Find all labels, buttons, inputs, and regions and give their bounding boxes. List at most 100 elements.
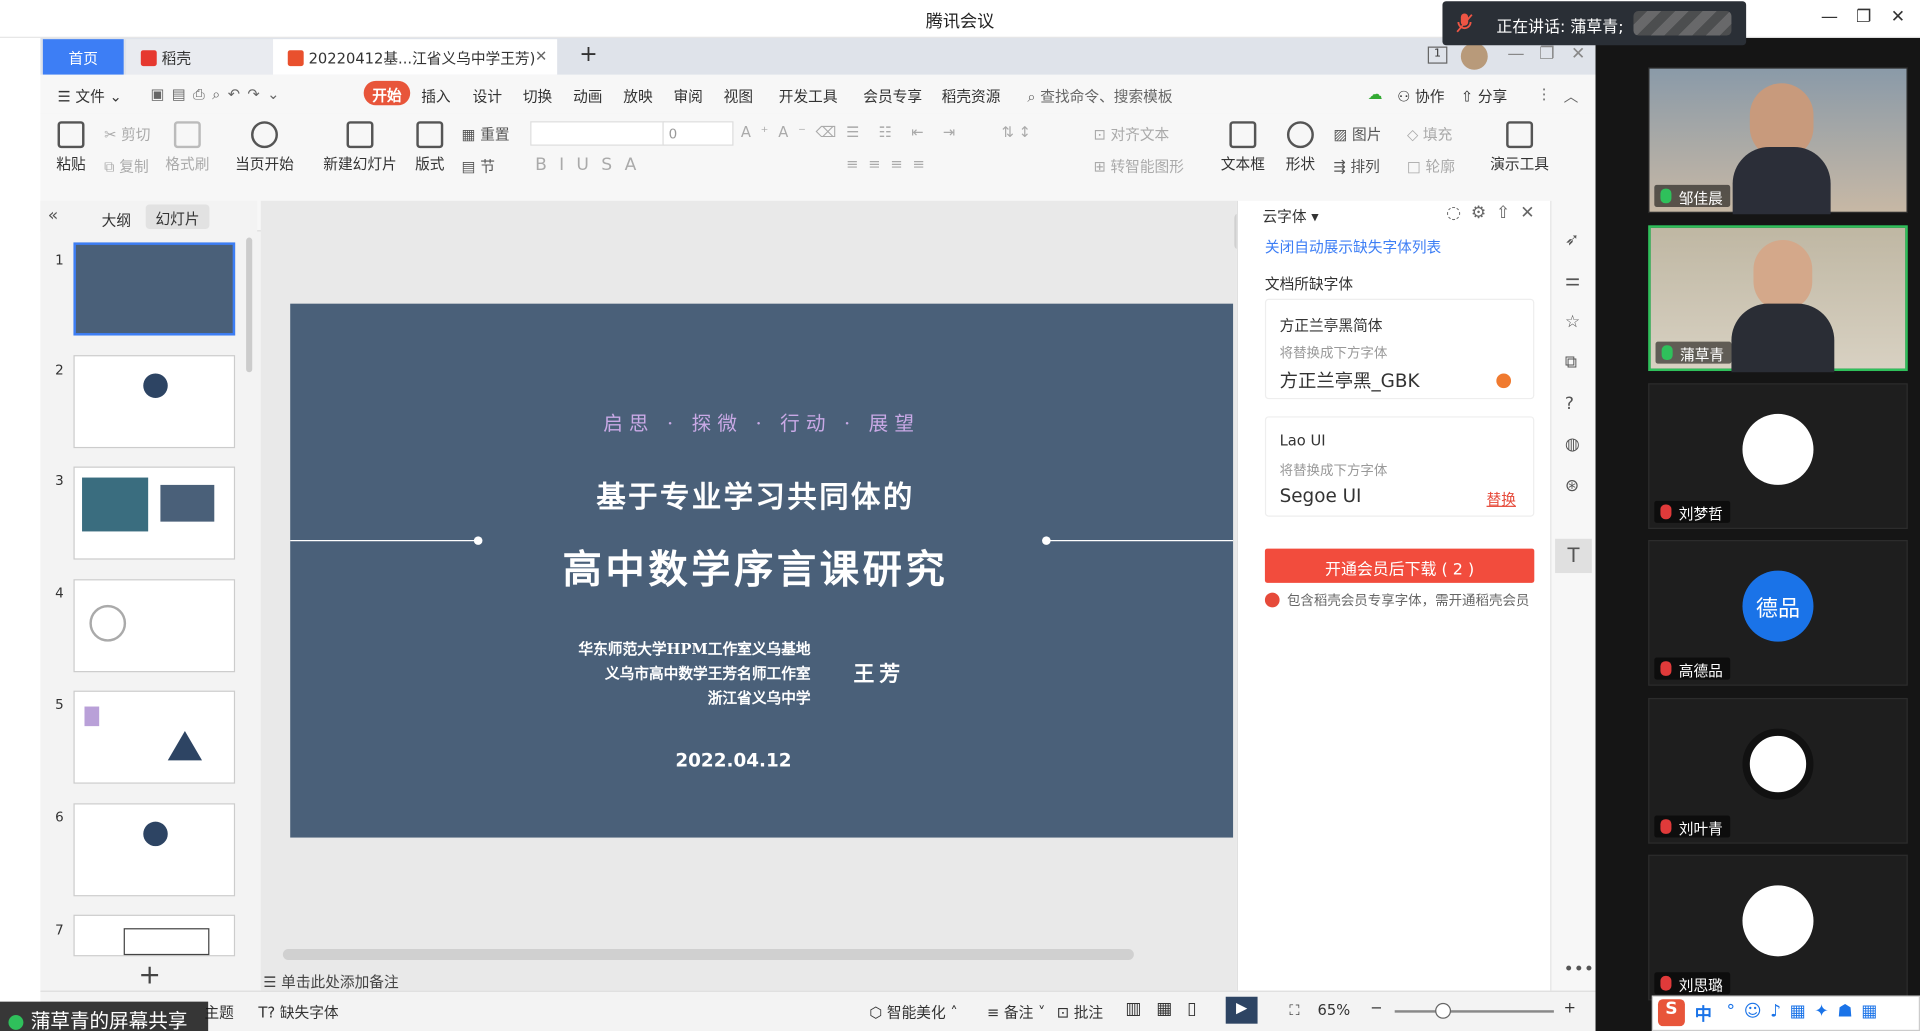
wps-restore-icon[interactable]: ❐ [1539, 44, 1554, 64]
pane-tool-icons[interactable]: ◌⚙⇧✕ [1446, 203, 1544, 223]
slide-thumb-2[interactable] [73, 355, 236, 449]
slide-thumb-6[interactable] [73, 803, 236, 897]
rocket-icon[interactable]: ➶ [1565, 230, 1579, 250]
tab-slides[interactable]: 幻灯片 [145, 204, 210, 229]
cut-button[interactable]: ✂ 剪切 [104, 124, 150, 145]
menu-slideshow[interactable]: 放映 [623, 86, 652, 107]
font-style-icons[interactable]: BIUSA [535, 156, 649, 176]
command-search[interactable]: ⌕ 查找命令、搜索模板 [1027, 86, 1172, 107]
compass-icon[interactable]: ⊛ [1565, 476, 1579, 496]
tab-outline[interactable]: 大纲 [102, 209, 131, 230]
notes-button[interactable]: ≡ 备注 ˅ [987, 1002, 1045, 1023]
list-icons[interactable]: ☰ ☷ ⇤ ⇥ [846, 124, 962, 141]
slide-thumb-4[interactable] [73, 579, 236, 673]
magic-star-icon[interactable]: ☆ [1565, 312, 1580, 332]
present-tools-button[interactable]: 演示工具 [1485, 121, 1554, 174]
zoom-out-icon[interactable]: − [1370, 999, 1382, 1016]
arrange-button[interactable]: ⇶ 排列 [1333, 156, 1379, 177]
zoom-level[interactable]: 65% [1318, 1002, 1351, 1019]
menu-daoke-resources[interactable]: 稻壳资源 [942, 86, 1001, 107]
participant-tile[interactable]: 刘梦哲 [1648, 383, 1908, 529]
slide-thumb-1[interactable] [73, 242, 236, 336]
play-current-button[interactable]: 当页开始 [231, 121, 297, 174]
text-direction-icon[interactable]: ⇅ ↕ [1002, 124, 1031, 141]
download-fonts-button[interactable]: 开通会员后下载 ( 2 ) [1264, 548, 1535, 583]
close-icon[interactable]: ✕ [1886, 7, 1910, 27]
view-mode-icons[interactable]: ▥▦▯ [1125, 999, 1211, 1019]
missing-font-button[interactable]: T? 缺失字体 [258, 1002, 338, 1023]
slides-icon[interactable]: ⧉ [1565, 353, 1577, 373]
ime-toolbar[interactable]: S 中 °☺♪▦✦☗▦ [1651, 995, 1920, 1031]
outline-button[interactable]: □ 轮廓 [1407, 156, 1455, 177]
minimize-icon[interactable]: — [1817, 7, 1841, 27]
reset-button[interactable]: ▦ 重置 [462, 124, 510, 145]
slide-thumb-5[interactable] [73, 690, 236, 784]
more-icon[interactable]: ⋮ [1537, 86, 1552, 103]
theme-button[interactable]: 主题 [204, 1002, 233, 1023]
collab-button[interactable]: ⚇ 协作 [1397, 86, 1444, 107]
paste-button[interactable]: 粘贴 [53, 121, 90, 174]
slide-thumb-7[interactable] [73, 914, 236, 957]
ime-tool-icons[interactable]: °☺♪▦✦☗▦ [1727, 1002, 1887, 1022]
add-slide-icon[interactable]: + [138, 960, 161, 991]
textbox-button[interactable]: 文本框 [1218, 121, 1267, 174]
menu-design[interactable]: 设计 [473, 86, 502, 107]
font-tool-icon[interactable]: T [1555, 538, 1592, 574]
menu-file[interactable]: ☰ 文件 ⌄ [58, 86, 122, 107]
participant-tile[interactable]: 刘叶青 [1648, 697, 1908, 844]
wps-minimize-icon[interactable]: — [1507, 44, 1524, 64]
fill-button[interactable]: ◇ 填充 [1407, 124, 1452, 145]
shape-button[interactable]: 形状 [1280, 121, 1322, 174]
toggle-missing-font-link[interactable]: 关闭自动展示缺失字体列表 [1265, 236, 1441, 257]
menu-member[interactable]: 会员专享 [863, 86, 922, 107]
menu-insert[interactable]: 插入 [421, 86, 450, 107]
user-avatar[interactable] [1460, 42, 1488, 70]
wps-close-icon[interactable]: ✕ [1571, 44, 1585, 64]
menu-view[interactable]: 视图 [724, 86, 753, 107]
format-painter-button[interactable]: 格式刷 [165, 121, 209, 174]
collapse-panel-icon[interactable]: « [48, 206, 59, 226]
fit-window-icon[interactable]: ⛶ [1289, 1002, 1299, 1020]
window-count-icon[interactable]: 1 [1427, 46, 1448, 64]
tab-document[interactable]: 20220412基...江省义乌中学王芳) ✕ [273, 39, 558, 75]
ime-language[interactable]: 中 [1695, 1002, 1712, 1026]
participant-tile[interactable]: 邹佳晨 [1648, 67, 1908, 215]
zoom-in-icon[interactable]: + [1564, 999, 1576, 1016]
palette-icon[interactable]: ◍ [1565, 435, 1580, 455]
smart-beautify-button[interactable]: ⬡ 智能美化 ˄ [869, 1002, 957, 1023]
replace-font-link[interactable]: 替换 [1487, 489, 1516, 510]
tab-home[interactable]: 首页 [42, 39, 124, 75]
sliders-icon[interactable]: ⚌ [1565, 271, 1580, 291]
font-name-select[interactable] [530, 121, 665, 146]
align-icons[interactable]: ≡≡≡≡ [846, 156, 934, 173]
menu-review[interactable]: 审阅 [673, 86, 702, 107]
play-slideshow-icon[interactable]: ▶ [1225, 996, 1258, 1024]
horizontal-scrollbar[interactable] [282, 948, 1134, 961]
menu-animation[interactable]: 动画 [573, 86, 602, 107]
menu-developer[interactable]: 开发工具 [779, 86, 838, 107]
copy-button[interactable]: ⧉ 复制 [104, 156, 149, 177]
collapse-ribbon-icon[interactable]: ︿ [1564, 86, 1579, 107]
more-tools-icon[interactable]: ••• [1564, 960, 1594, 980]
picture-button[interactable]: ▨ 图片 [1333, 124, 1381, 145]
section-button[interactable]: ▤ 节 [462, 156, 495, 177]
layout-button[interactable]: 版式 [410, 121, 449, 174]
participant-tile[interactable]: 刘思璐 [1648, 854, 1908, 1001]
tab-close-icon[interactable]: ✕ [535, 48, 547, 65]
restore-icon[interactable]: ❐ [1851, 7, 1875, 27]
menu-start[interactable]: 开始 [363, 80, 411, 106]
zoom-slider[interactable] [1394, 1010, 1554, 1013]
new-tab-icon[interactable]: + [564, 39, 612, 75]
menu-transition[interactable]: 切换 [523, 86, 552, 107]
cloud-sync-icon[interactable]: ☁ [1368, 86, 1383, 103]
font-size-select[interactable]: 0 [662, 121, 734, 146]
participant-tile[interactable]: 德品 高德品 [1648, 540, 1908, 686]
slide-1[interactable]: 启思 · 探微 · 行动 · 展望 基于专业学习共同体的 高中数学序言课研究 华… [290, 303, 1234, 838]
font-size-adjust-icons[interactable]: A⁺A⁻⌫ [741, 124, 846, 141]
notes-placeholder[interactable]: ☰ 单击此处添加备注 [261, 971, 1237, 990]
smart-shape-button[interactable]: ⊞ 转智能图形 [1093, 156, 1183, 177]
panel-scrollbar[interactable] [246, 237, 253, 373]
share-button[interactable]: ⇧ 分享 [1461, 86, 1507, 107]
help-icon[interactable]: ? [1565, 394, 1574, 414]
slide-thumb-3[interactable] [73, 466, 236, 560]
